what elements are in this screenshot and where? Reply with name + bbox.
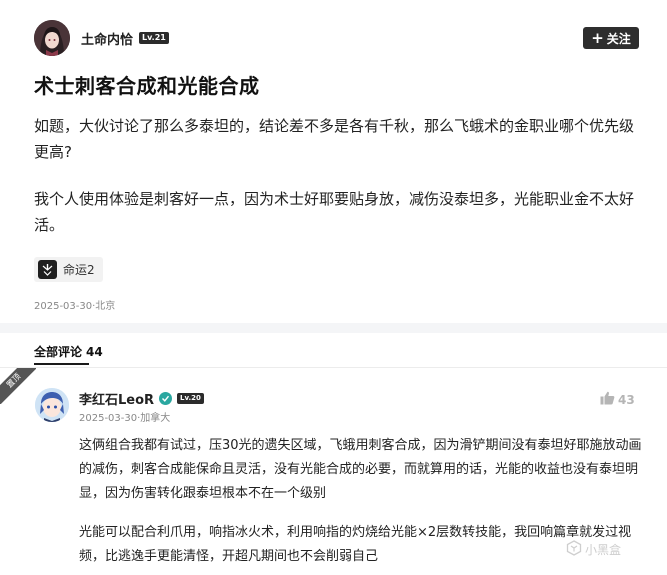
comment-meta: 2025-03-30·加拿大 — [79, 413, 171, 424]
watermark: 小黑盒 — [566, 540, 621, 559]
comments-count: 44 — [86, 345, 103, 359]
author-level-badge: Lv.21 — [139, 32, 169, 44]
post-paragraph: 我个人使用体验是刺客好一点，因为术士好耶要贴身放，减伤没泰坦多，光能职业金不太好… — [34, 190, 635, 234]
commenter-name[interactable]: 李红石LeoR — [79, 389, 154, 408]
watermark-text: 小黑盒 — [585, 543, 622, 557]
post-paragraph: 如题，大伙讨论了那么多泰坦的，结论差不多是各有千秋，那么飞蛾术的金职业哪个优先级… — [34, 117, 635, 161]
plus-icon: + — [591, 28, 604, 47]
heybox-logo-icon — [566, 540, 582, 559]
like-count: 43 — [618, 392, 635, 407]
post-title: 术士刺客合成和光能合成 — [34, 74, 260, 98]
destiny-game-icon — [38, 260, 57, 279]
tag-label: 命运2 — [63, 263, 95, 277]
commenter-avatar[interactable] — [35, 388, 69, 422]
tab-underline — [34, 363, 89, 365]
game-tag[interactable]: 命运2 — [34, 257, 103, 282]
follow-label: 关注 — [606, 31, 631, 46]
comment-paragraph: 这俩组合我都有试过，压30光的遗失区域，飞蛾用刺客合成，因为滑铲期间没有泰坦好耶… — [79, 438, 642, 501]
comments-header-label: 全部评论 — [34, 345, 83, 359]
follow-button[interactable]: + 关注 — [583, 27, 639, 49]
author-avatar[interactable] — [34, 20, 70, 56]
like-button[interactable]: 43 — [600, 391, 635, 408]
section-separator — [0, 323, 667, 333]
post-author: 土命内恰 Lv.21 — [34, 20, 169, 56]
verified-icon — [159, 391, 173, 405]
author-name[interactable]: 土命内恰 — [81, 29, 133, 48]
pinned-label: 置顶 — [0, 368, 36, 404]
commenter-level-badge: Lv.20 — [177, 392, 204, 404]
comments-tab[interactable]: 全部评论 44 — [34, 343, 103, 360]
post-card: 土命内恰 Lv.21 + 关注 术士刺客合成和光能合成 如题，大伙讨论了那么多泰… — [0, 0, 667, 323]
commenter-header: 李红石LeoR Lv.20 — [79, 389, 204, 408]
comment-paragraph: 光能可以配合利爪用，响指冰火术，利用响指的灼烧给光能×2层数转技能，我回响篇章就… — [79, 525, 632, 564]
post-meta: 2025-03-30·北京 — [34, 301, 116, 312]
pinned-badge: 置顶 — [0, 368, 36, 404]
thumbs-up-icon — [600, 391, 615, 408]
divider — [0, 367, 667, 368]
